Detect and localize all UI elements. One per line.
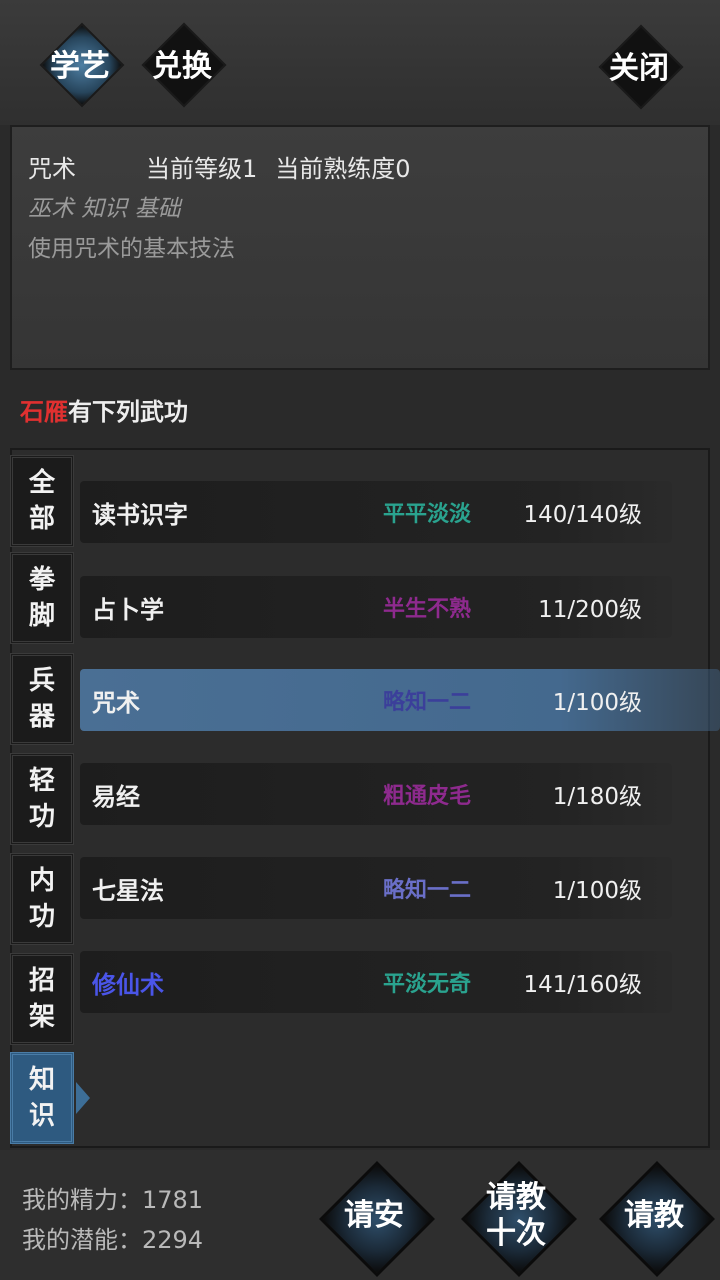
greet-button[interactable]: 请安 [314, 1156, 435, 1277]
skill-name: 读书识字 [92, 499, 188, 529]
skill-info-header: 咒术 当前等级1 当前熟练度0 [28, 149, 411, 184]
ask-ten-times-button[interactable]: 请教 十次 [456, 1156, 577, 1277]
top-bar: 学艺 兑换 关闭 [0, 0, 720, 125]
category-parry[interactable]: 招架 [10, 953, 74, 1045]
skill-progress: 1/100级 [552, 878, 642, 904]
potential-stat: 我的潜能：2294 [22, 1220, 203, 1255]
category-internal-char1: 内 [28, 866, 55, 896]
category-fist-kick-char1: 拳 [28, 565, 55, 595]
skill-info-panel: 咒术 当前等级1 当前熟练度0 巫术 知识 基础 使用咒术的基本技法 [10, 125, 710, 370]
skill-progress: 1/180级 [552, 784, 642, 810]
skill-row[interactable]: 易经 粗通皮毛 1/180级 [80, 763, 672, 825]
ask-button-label: 请教 [594, 1156, 714, 1276]
category-knowledge[interactable]: 知识 [10, 1052, 74, 1144]
skill-name: 占卜学 [92, 594, 164, 624]
owner-suffix: 有下列武功 [68, 397, 188, 426]
skill-info-name: 咒术 [28, 155, 76, 183]
skill-progress: 11/200级 [538, 597, 642, 623]
skill-progress: 140/140级 [523, 502, 642, 528]
skill-info-level: 当前等级1 [146, 155, 258, 183]
category-fist-kick-char2: 脚 [28, 601, 55, 631]
category-weapon-char1: 兵 [28, 666, 55, 696]
skill-name: 七星法 [92, 875, 164, 905]
skill-info-proficiency: 当前熟练度0 [275, 155, 411, 183]
category-lightness-char1: 轻 [28, 766, 55, 796]
category-all-char2: 部 [28, 504, 55, 534]
skill-row[interactable]: 修仙术 平淡无奇 141/160级 [80, 951, 672, 1013]
category-parry-char2: 架 [28, 1002, 55, 1032]
potential-label: 我的潜能： [22, 1226, 142, 1254]
close-button[interactable]: 关闭 [598, 24, 684, 110]
close-button-label: 关闭 [609, 51, 669, 86]
category-lightness-char2: 功 [28, 802, 55, 832]
category-all[interactable]: 全部 [10, 455, 74, 547]
tab-learn-label: 学艺 [50, 49, 110, 84]
category-internal-char2: 功 [28, 902, 55, 932]
category-parry-char1: 招 [28, 966, 55, 996]
skill-level-desc: 平平淡淡 [382, 501, 471, 527]
skill-row[interactable]: 占卜学 半生不熟 11/200级 [80, 576, 672, 638]
energy-stat: 我的精力：1781 [22, 1180, 203, 1215]
ask-ten-times-label: 请教 十次 [456, 1156, 576, 1276]
potential-value: 2294 [142, 1226, 204, 1254]
skill-info-description: 使用咒术的基本技法 [28, 236, 235, 262]
skill-progress: 141/160级 [523, 972, 642, 998]
skill-level-desc: 粗通皮毛 [382, 783, 471, 809]
ask-button[interactable]: 请教 [594, 1156, 715, 1277]
tab-learn[interactable]: 学艺 [39, 22, 125, 108]
tab-exchange[interactable]: 兑换 [141, 22, 227, 108]
category-weapon[interactable]: 兵器 [10, 653, 74, 745]
category-lightness[interactable]: 轻功 [10, 753, 74, 845]
ask-text: 请教 [624, 1198, 684, 1233]
skill-level-desc: 略知一二 [382, 877, 471, 903]
category-internal[interactable]: 内功 [10, 853, 74, 945]
skill-info-tags: 巫术 知识 基础 [28, 196, 181, 222]
ask-ten-times-line2: 十次 [486, 1216, 546, 1251]
owner-heading: 石雁有下列武功 [20, 392, 188, 427]
category-knowledge-char2: 识 [28, 1101, 55, 1131]
skill-row[interactable]: 七星法 略知一二 1/100级 [80, 857, 672, 919]
skill-row-selected[interactable]: 咒术 略知一二 1/100级 [80, 669, 720, 731]
greet-text: 请安 [344, 1198, 404, 1233]
greet-button-label: 请安 [314, 1156, 434, 1276]
ask-ten-times-line1: 请教 [486, 1180, 546, 1215]
skill-name: 咒术 [92, 687, 140, 717]
energy-label: 我的精力： [22, 1186, 142, 1214]
skill-progress: 1/100级 [552, 690, 642, 716]
owner-name: 石雁 [20, 397, 68, 426]
energy-value: 1781 [142, 1186, 204, 1214]
skill-level-desc: 略知一二 [382, 689, 471, 715]
category-fist-kick[interactable]: 拳脚 [10, 552, 74, 644]
skill-name: 易经 [92, 781, 140, 811]
skill-level-desc: 半生不熟 [382, 596, 471, 622]
category-weapon-char2: 器 [28, 702, 55, 732]
skill-name: 修仙术 [92, 969, 164, 999]
skill-level-desc: 平淡无奇 [382, 971, 471, 997]
category-pointer-icon [76, 1082, 90, 1114]
category-knowledge-char1: 知 [28, 1065, 55, 1095]
skill-row[interactable]: 读书识字 平平淡淡 140/140级 [80, 481, 672, 543]
tab-exchange-label: 兑换 [152, 49, 212, 84]
category-all-char1: 全 [28, 468, 55, 498]
